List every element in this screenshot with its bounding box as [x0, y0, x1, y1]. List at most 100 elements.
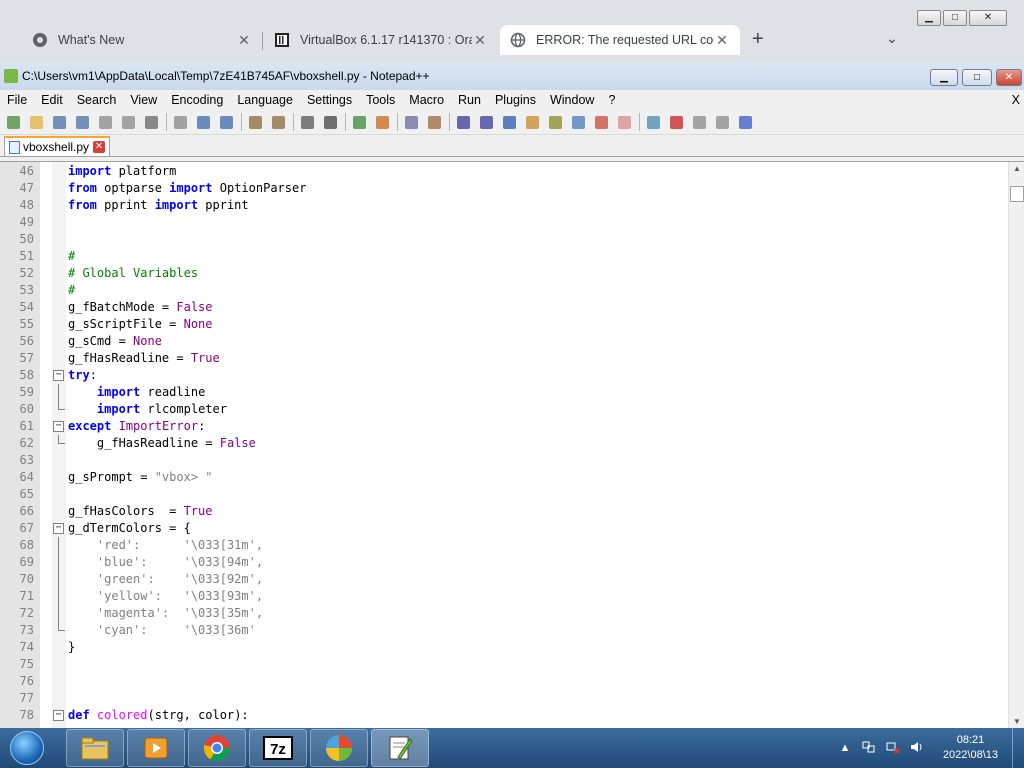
code-editor[interactable]: 46 import platform 47 from optparse import … [0, 161, 1024, 728]
menu-item-settings[interactable]: Settings [300, 93, 359, 107]
code-line[interactable]: 63 [0, 452, 1008, 469]
close-document-button[interactable]: X [1005, 93, 1024, 107]
sync-h-icon[interactable] [425, 114, 444, 131]
fold-toggle-icon[interactable]: − [53, 523, 64, 534]
replace-icon[interactable] [321, 114, 340, 131]
print-icon[interactable] [142, 114, 161, 131]
undo-icon[interactable] [246, 114, 265, 131]
menu-item-search[interactable]: Search [70, 93, 124, 107]
tab-virtualbox[interactable]: VirtualBox 6.1.17 r141370 : Oracle ✕ [264, 25, 498, 55]
taskbar-virtualbox[interactable] [310, 729, 368, 767]
code-line[interactable]: 46 import platform [0, 163, 1008, 180]
menu-item-macro[interactable]: Macro [402, 93, 451, 107]
paste-icon[interactable] [217, 114, 236, 131]
redo-icon[interactable] [269, 114, 288, 131]
indent-guide-icon[interactable] [500, 114, 519, 131]
code-line[interactable]: 60 import rlcompleter [0, 401, 1008, 418]
code-line[interactable]: 61 − except ImportError: [0, 418, 1008, 435]
word-wrap-icon[interactable] [454, 114, 473, 131]
function-list-icon[interactable] [569, 114, 588, 131]
code-line[interactable]: 59 import readline [0, 384, 1008, 401]
zoom-out-icon[interactable] [373, 114, 392, 131]
code-line[interactable]: 78 − def colored(strg, color): [0, 707, 1008, 724]
code-line[interactable]: 50 [0, 231, 1008, 248]
maximize-button[interactable]: □ [962, 69, 992, 86]
taskbar-media-player[interactable] [127, 729, 185, 767]
close-all-icon[interactable] [119, 114, 138, 131]
code-line[interactable]: 75 [0, 656, 1008, 673]
taskbar-chrome[interactable] [188, 729, 246, 767]
close-icon[interactable]: ✕ [472, 32, 488, 49]
code-line[interactable]: 64 g_sPrompt = "vbox> " [0, 469, 1008, 486]
play-macro-icon[interactable] [690, 114, 709, 131]
code-line[interactable]: 69 'blue': '\033[94m', [0, 554, 1008, 571]
code-line[interactable]: 71 'yellow': '\033[93m', [0, 588, 1008, 605]
menu-item-window[interactable]: Window [543, 93, 601, 107]
menu-item-run[interactable]: Run [451, 93, 488, 107]
close-icon[interactable] [96, 114, 115, 131]
volume-icon[interactable] [909, 740, 925, 756]
code-line[interactable]: 54 g_fBatchMode = False [0, 299, 1008, 316]
code-line[interactable]: 47 from optparse import OptionParser [0, 180, 1008, 197]
doc-map-icon[interactable] [546, 114, 565, 131]
show-desktop-button[interactable] [1012, 728, 1024, 768]
scroll-up-arrow-icon[interactable]: ▲ [1009, 164, 1024, 173]
network-icon[interactable] [885, 740, 901, 756]
open-file-icon[interactable] [27, 114, 46, 131]
code-line[interactable]: 48 from pprint import pprint [0, 197, 1008, 214]
close-icon[interactable]: ✕ [93, 141, 106, 153]
menu-item-view[interactable]: View [123, 93, 164, 107]
code-line[interactable]: 67 − g_dTermColors = { [0, 520, 1008, 537]
cut-icon[interactable] [171, 114, 190, 131]
code-line[interactable]: 55 g_sScriptFile = None [0, 316, 1008, 333]
clock[interactable]: 08:21 2022\08\13 [943, 733, 998, 763]
udl-icon[interactable] [523, 114, 542, 131]
code-line[interactable]: 56 g_sCmd = None [0, 333, 1008, 350]
tab-whats-new[interactable]: What's New ✕ [22, 25, 262, 55]
code-line[interactable]: 49 [0, 214, 1008, 231]
close-icon[interactable]: ✕ [714, 32, 730, 49]
taskbar-explorer[interactable] [66, 729, 124, 767]
code-line[interactable]: 51 # [0, 248, 1008, 265]
code-area[interactable]: 46 import platform 47 from optparse import … [0, 163, 1008, 724]
show-hidden-icons-button[interactable]: ▲ [837, 740, 853, 756]
code-line[interactable]: 68 'red': '\033[31m', [0, 537, 1008, 554]
tab-vboxshell[interactable]: vboxshell.py ✕ [4, 136, 111, 156]
fold-toggle-icon[interactable]: − [53, 710, 64, 721]
stop-macro-icon[interactable] [667, 114, 686, 131]
close-button[interactable]: ✕ [969, 10, 1007, 26]
taskbar-notepadpp[interactable] [371, 729, 429, 767]
record-macro-icon[interactable] [644, 114, 663, 131]
minimize-button[interactable]: ▁ [917, 10, 941, 26]
vertical-scrollbar[interactable]: ▲ ▼ [1008, 162, 1024, 728]
code-line[interactable]: 62 g_fHasReadline = False [0, 435, 1008, 452]
zoom-in-icon[interactable] [350, 114, 369, 131]
tab-error-page[interactable]: ERROR: The requested URL could ✕ [500, 25, 740, 55]
close-icon[interactable]: ✕ [236, 32, 252, 49]
folder-workspace-icon[interactable] [592, 114, 611, 131]
close-button[interactable]: ✕ [996, 69, 1022, 86]
fold-toggle-icon[interactable]: − [53, 370, 64, 381]
code-line[interactable]: 66 g_fHasColors = True [0, 503, 1008, 520]
save-macro-icon[interactable] [736, 114, 755, 131]
code-line[interactable]: 57 g_fHasReadline = True [0, 350, 1008, 367]
menu-item-file[interactable]: File [0, 93, 34, 107]
show-all-chars-icon[interactable] [477, 114, 496, 131]
tab-search-button[interactable]: ⌄ [886, 30, 898, 47]
fold-toggle-icon[interactable]: − [53, 421, 64, 432]
copy-icon[interactable] [194, 114, 213, 131]
new-tab-button[interactable]: + [752, 28, 764, 51]
monitor-icon[interactable] [615, 114, 634, 131]
menu-item-encoding[interactable]: Encoding [164, 93, 230, 107]
code-line[interactable]: 52 # Global Variables [0, 265, 1008, 282]
code-line[interactable]: 58 − try: [0, 367, 1008, 384]
save-all-icon[interactable] [73, 114, 92, 131]
code-line[interactable]: 73 'cyan': '\033[36m' [0, 622, 1008, 639]
taskbar-7zip[interactable]: 7z [249, 729, 307, 767]
menu-item-plugins[interactable]: Plugins [488, 93, 543, 107]
code-line[interactable]: 77 [0, 690, 1008, 707]
run-macro-multiple-icon[interactable] [713, 114, 732, 131]
code-line[interactable]: 74} [0, 639, 1008, 656]
find-icon[interactable] [298, 114, 317, 131]
menu-item-help[interactable]: ? [601, 93, 622, 107]
